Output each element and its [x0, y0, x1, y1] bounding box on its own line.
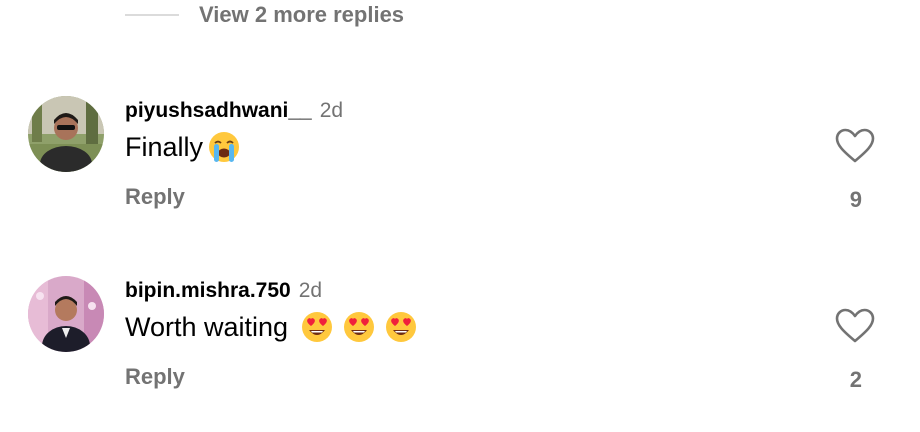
comment-meta: piyushsadhwani__ 2d [125, 99, 343, 123]
comment-text-content: Finally [125, 131, 204, 162]
comment-time: 2d [319, 99, 344, 122]
reply-button[interactable]: Reply [125, 364, 185, 390]
comment-text-content: Worth waiting [125, 311, 289, 342]
comment-meta: bipin.mishra.750 2d [125, 279, 322, 303]
thread-divider-line [125, 14, 179, 16]
comment-username[interactable]: bipin.mishra.750 [125, 279, 291, 303]
avatar-photo [28, 96, 104, 172]
view-more-replies-button[interactable]: View 2 more replies [125, 0, 404, 30]
comment-time: 2d [298, 279, 323, 302]
like-button[interactable] [835, 128, 875, 164]
like-button[interactable] [835, 308, 875, 344]
comment-text: Finally [125, 130, 241, 164]
comment-item: piyushsadhwani__ 2d Finally Reply 9 [0, 92, 920, 222]
avatar[interactable] [28, 96, 104, 172]
avatar-photo [28, 276, 104, 352]
heart-eyes-emoji [342, 310, 376, 344]
like-count: 9 [849, 187, 862, 212]
reply-button[interactable]: Reply [125, 184, 185, 210]
comments-page: View 2 more replies piyushsadhwani__ 2d … [0, 0, 920, 432]
heart-eyes-emoji [384, 310, 418, 344]
loudly-crying-face-emoji [207, 130, 241, 164]
view-more-replies-label: View 2 more replies [199, 2, 405, 27]
like-count: 2 [849, 367, 862, 392]
heart-eyes-emoji [300, 310, 334, 344]
avatar[interactable] [28, 276, 104, 352]
heart-outline-icon [835, 308, 875, 343]
heart-outline-icon [835, 128, 875, 163]
comment-item: bipin.mishra.750 2d Worth waiting Reply … [0, 272, 920, 402]
comment-text: Worth waiting [125, 310, 418, 344]
comment-username[interactable]: piyushsadhwani__ [125, 99, 312, 123]
